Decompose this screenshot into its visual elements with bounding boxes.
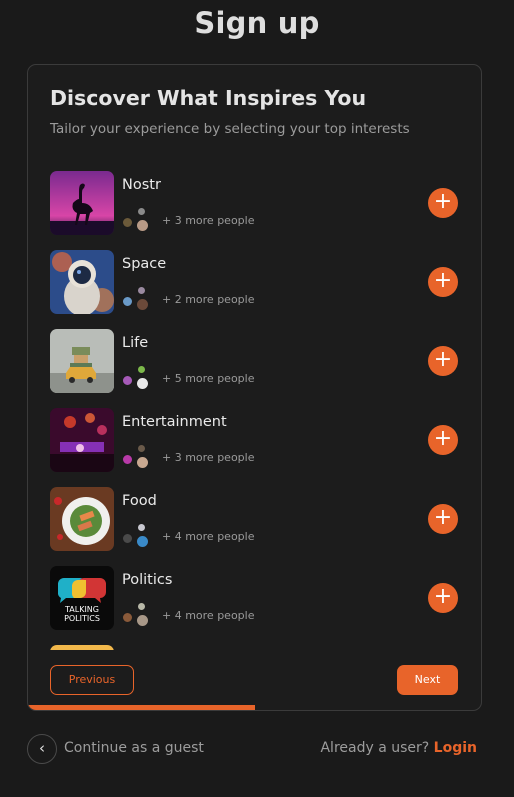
interest-name: Nostr	[122, 177, 161, 193]
member-avatars	[122, 365, 152, 391]
member-avatars	[122, 286, 152, 312]
avatar	[122, 612, 133, 623]
avatar	[136, 614, 149, 627]
logo-line-1: TALKING	[64, 605, 99, 614]
interest-item-entertainment: Entertainment + 3 more people +	[50, 408, 470, 472]
interest-name: Politics	[122, 572, 173, 588]
member-avatars	[122, 207, 152, 233]
avatar	[137, 286, 146, 295]
politics-thumbnail: TALKING POLITICS	[50, 566, 114, 630]
avatar	[137, 602, 146, 611]
interest-name: Entertainment	[122, 414, 227, 430]
login-link[interactable]: Login	[434, 740, 477, 756]
interest-item-life: Life + 5 more people +	[50, 329, 470, 393]
avatar	[122, 296, 133, 307]
next-button[interactable]: Next	[397, 665, 458, 695]
card-subtitle: Tailor your experience by selecting your…	[50, 121, 410, 137]
member-avatars	[122, 523, 152, 549]
avatar	[136, 219, 149, 232]
life-thumbnail	[50, 329, 114, 393]
previous-button[interactable]: Previous	[50, 665, 134, 695]
chevron-left-icon[interactable]: ‹	[27, 734, 57, 764]
entertainment-thumbnail	[50, 408, 114, 472]
interest-item-nostr: Nostr + 3 more people +	[50, 171, 470, 235]
concert-image	[50, 408, 114, 472]
page-title: Sign up	[194, 6, 320, 40]
add-interest-button[interactable]: +	[428, 267, 458, 297]
avatar	[136, 456, 149, 469]
avatar	[122, 375, 133, 386]
toy-car-image	[50, 329, 114, 393]
interest-item-politics: TALKING POLITICS Politics + 4 more peopl…	[50, 566, 470, 630]
interest-name: Life	[122, 335, 149, 351]
more-people-count: + 4 more people	[162, 609, 255, 622]
add-interest-button[interactable]: +	[428, 188, 458, 218]
member-avatars	[122, 444, 152, 470]
add-interest-button[interactable]: +	[428, 346, 458, 376]
avatar	[136, 298, 149, 311]
interest-item-food: Food + 4 more people +	[50, 487, 470, 551]
avatar	[136, 377, 149, 390]
food-thumbnail	[50, 487, 114, 551]
avatar	[137, 523, 146, 532]
progress-fill	[28, 705, 255, 710]
add-interest-button[interactable]: +	[428, 583, 458, 613]
avatar	[137, 444, 146, 453]
more-people-count: + 2 more people	[162, 293, 255, 306]
avatar	[137, 207, 146, 216]
avatar	[137, 365, 146, 374]
next-interest-thumbnail-peek	[50, 645, 114, 650]
ostrich-image	[50, 171, 114, 235]
add-interest-button[interactable]: +	[428, 425, 458, 455]
more-people-count: + 4 more people	[162, 530, 255, 543]
talking-politics-logo: TALKING POLITICS	[50, 566, 114, 630]
logo-line-2: POLITICS	[64, 614, 100, 623]
add-interest-button[interactable]: +	[428, 504, 458, 534]
guest-label[interactable]: Continue as a guest	[64, 740, 204, 756]
avatar	[136, 535, 149, 548]
member-avatars	[122, 602, 152, 628]
interests-card: Discover What Inspires You Tailor your e…	[27, 64, 482, 711]
more-people-count: + 3 more people	[162, 214, 255, 227]
card-title: Discover What Inspires You	[50, 86, 367, 110]
progress-bar	[28, 705, 481, 710]
space-thumbnail	[50, 250, 114, 314]
avatar	[122, 217, 133, 228]
salad-image	[50, 487, 114, 551]
nostr-thumbnail	[50, 171, 114, 235]
avatar	[122, 533, 133, 544]
interest-list[interactable]: Nostr + 3 more people + Space + 2 more p…	[50, 171, 470, 650]
more-people-count: + 5 more people	[162, 372, 255, 385]
avatar	[122, 454, 133, 465]
more-people-count: + 3 more people	[162, 451, 255, 464]
login-prompt: Already a user? Login	[320, 740, 477, 756]
astronaut-image	[50, 250, 114, 314]
already-user-text: Already a user?	[320, 740, 430, 756]
interest-name: Food	[122, 493, 157, 509]
interest-name: Space	[122, 256, 167, 272]
interest-item-space: Space + 2 more people +	[50, 250, 470, 314]
